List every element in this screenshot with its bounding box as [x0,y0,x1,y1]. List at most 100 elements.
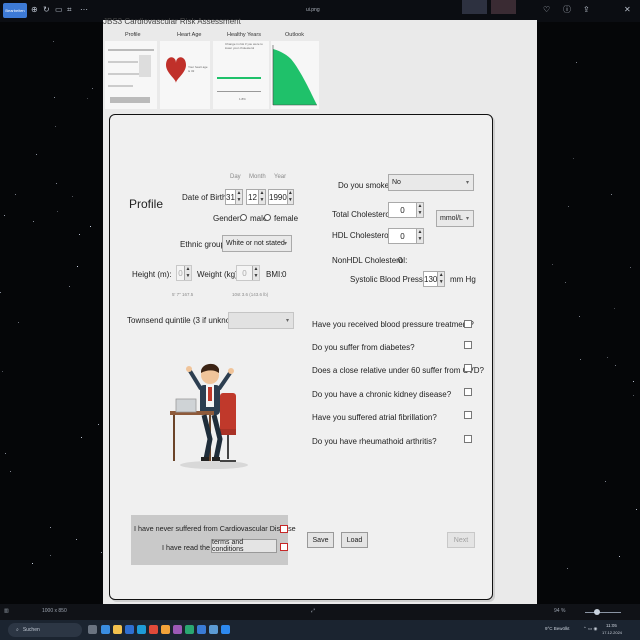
task-view-icon[interactable] [88,625,97,634]
star [10,471,11,472]
star [0,292,1,293]
down-arrow-icon: ▼ [259,197,265,203]
zoom-slider-thumb[interactable] [594,609,600,615]
avatar [491,0,516,14]
tab-profile[interactable]: Profile [125,32,141,38]
rheumatoid-arthritis-checkbox[interactable] [464,435,472,443]
zoom-level[interactable]: 94 % [554,608,565,614]
star [605,481,606,482]
next-button[interactable]: Next [447,532,475,548]
gender-male-radio[interactable] [240,214,247,221]
star [98,424,99,425]
tab-outlook[interactable]: Outlook [285,32,304,38]
terms-and-conditions-button[interactable]: terms and conditions [211,539,277,553]
star [5,453,6,454]
family-cvd-checkbox[interactable] [464,364,472,372]
hdl-cholesterol-stepper[interactable]: 0 ▲ ▼ [388,228,424,244]
photos-icon[interactable] [209,625,218,634]
dob-year-stepper[interactable]: 1990 ▲ ▼ [268,189,294,205]
fit-to-window-icon[interactable]: ⤢ [311,608,315,614]
star [33,221,34,222]
up-arrow-icon: ▲ [253,266,259,272]
star [53,41,54,42]
question-atrial-fibrillation: Have you suffered atrial fibrillation? [312,413,437,422]
sbp-stepper[interactable]: 130 ▲ ▼ [423,271,445,287]
heart-icon [166,57,186,83]
clock-date[interactable]: 17.12.2024 [602,630,622,635]
gender-female-label[interactable]: female [274,214,298,223]
star [633,395,634,396]
kidney-disease-checkbox[interactable] [464,388,472,396]
total-cholesterol-label: Total Cholesterol: [332,210,394,219]
star [32,563,33,564]
tab-heart-age[interactable]: Heart Age [177,32,201,38]
nonhdl-cholesterol-value: 0 [398,256,403,265]
down-arrow-icon: ▼ [253,273,259,279]
terms-accepted-checkbox[interactable] [280,543,288,551]
star [2,371,3,372]
close-icon[interactable]: ✕ [624,6,631,14]
delete-icon[interactable]: ▭ [55,6,63,14]
filmstrip-icon[interactable]: ▥ [4,608,9,614]
diabetes-checkbox[interactable] [464,341,472,349]
chevron-down-icon: ▾ [285,318,289,324]
chevron-down-icon: ▾ [465,216,469,222]
edit-button[interactable]: Bearbeiten [3,3,27,18]
weight-hint: 10st 3.6 (143.6 lb) [232,292,269,297]
save-button[interactable]: Save [307,532,334,548]
star [69,286,70,287]
heart-icon[interactable]: ♡ [543,6,550,14]
rotate-icon[interactable]: ↻ [43,6,50,14]
chrome-icon[interactable] [161,625,170,634]
nonhdl-cholesterol-label: NonHDL Cholesterol: [332,256,408,265]
height-stepper[interactable]: 0 ▲ ▼ [176,265,192,281]
app-icon[interactable] [185,625,194,634]
terminal-icon[interactable] [197,625,206,634]
weather-widget[interactable]: 9°C Bewölkt [545,626,570,631]
sbp-unit: mm Hg [450,275,476,284]
load-button[interactable]: Load [341,532,368,548]
file-explorer-icon[interactable] [113,625,122,634]
photo-viewer-icon[interactable] [221,625,230,634]
atrial-fibrillation-checkbox[interactable] [464,411,472,419]
share-icon[interactable]: ⇪ [583,6,590,14]
star [573,158,574,159]
office-icon[interactable] [149,625,158,634]
zoom-slider[interactable] [585,612,621,613]
total-cholesterol-stepper[interactable]: 0 ▲ ▼ [388,202,424,218]
ethnic-group-select[interactable]: White or not stated ▾ [222,235,292,252]
star [50,555,51,556]
star [79,234,80,235]
dob-month-stepper[interactable]: 12 ▲ ▼ [246,189,266,205]
never-suffered-cvd-checkbox[interactable] [280,525,288,533]
more-icon[interactable]: ⋯ [80,6,88,14]
ethnic-group-label: Ethnic group [180,240,225,249]
gender-female-radio[interactable] [264,214,271,221]
star [633,381,634,382]
tab-healthy-years[interactable]: Healthy Years [227,32,261,38]
dob-day-stepper[interactable]: 31 ▲ ▼ [225,189,243,205]
read-the-label: I have read the [162,543,210,552]
widgets-icon[interactable] [101,625,110,634]
clock-time[interactable]: 11:05 [606,623,617,628]
townsend-select[interactable]: ▾ [228,312,294,329]
info-icon[interactable]: ⓘ [563,6,571,14]
taskbar-search-box[interactable]: ⌕ Suchen [8,623,82,637]
crop-icon[interactable]: ⌗ [67,6,72,14]
weight-stepper[interactable]: 0 ▲ ▼ [236,265,260,281]
smoke-select[interactable]: No ▾ [388,174,474,191]
down-arrow-icon: ▼ [417,236,423,242]
store-icon[interactable] [137,625,146,634]
up-arrow-icon: ▲ [287,190,293,196]
up-arrow-icon: ▲ [236,190,242,196]
visual-studio-icon[interactable] [173,625,182,634]
photo-viewer-toolbar: Bearbeiten ⊕ ↻ ▭ ⌗ ⋯ ui.png ♡ ⓘ ⇪ ✕ [0,0,640,22]
edge-icon[interactable] [125,625,134,634]
system-tray-icons[interactable]: ⌃ ▭ ◉ [583,626,597,632]
bp-treatment-checkbox[interactable] [464,320,472,328]
report-summary-strip: Profile Heart Age Healthy Years Outlook … [105,32,425,112]
cholesterol-unit-select[interactable]: mmol/L ▾ [436,210,474,227]
zoom-in-icon[interactable]: ⊕ [31,6,38,14]
report-title: JBS3 Cardiovascular Risk Assessment [103,17,241,26]
star [4,215,5,216]
